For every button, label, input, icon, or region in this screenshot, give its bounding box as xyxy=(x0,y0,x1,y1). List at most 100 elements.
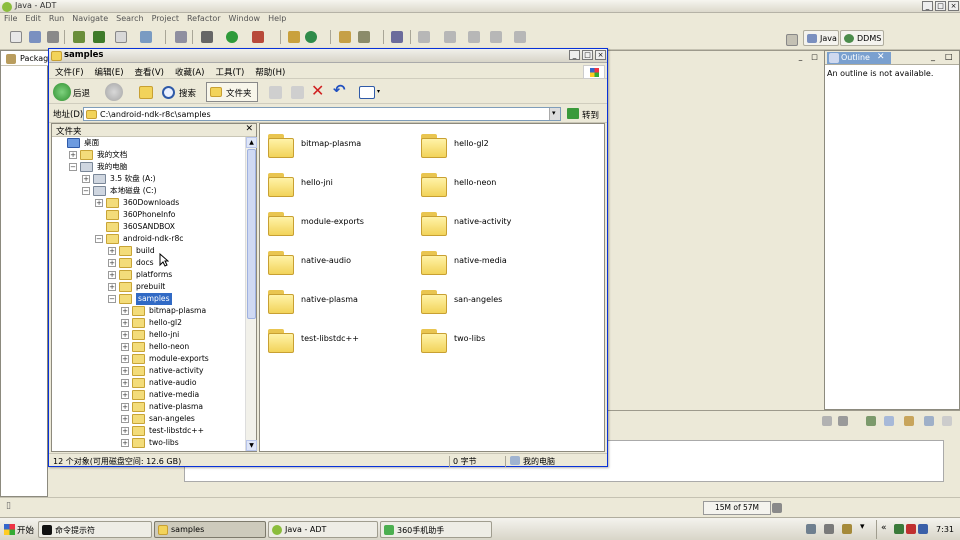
pen-icon[interactable] xyxy=(824,524,834,534)
scroll-up-icon[interactable]: ▲ xyxy=(246,137,257,148)
file-item[interactable]: native-media xyxy=(421,247,561,277)
start-button[interactable]: 开始 xyxy=(2,521,36,538)
tree-node[interactable]: + two-libs xyxy=(54,437,244,449)
views-icon[interactable] xyxy=(359,86,375,99)
tree-expand-icon[interactable]: + xyxy=(108,283,116,291)
editor-minimize-button[interactable]: _ xyxy=(795,53,806,63)
file-item[interactable]: two-libs xyxy=(421,325,561,355)
tree-expand-icon[interactable]: + xyxy=(121,379,129,387)
menu-navigate[interactable]: Navigate xyxy=(68,13,112,23)
annotation-prev-icon[interactable] xyxy=(444,31,456,43)
console-lock-icon[interactable] xyxy=(838,416,848,426)
garbage-collect-icon[interactable] xyxy=(772,503,782,513)
pin-icon[interactable] xyxy=(391,31,403,43)
explorer-menu-tools[interactable]: 工具(T) xyxy=(209,64,249,78)
forward-nav-icon[interactable] xyxy=(514,31,526,43)
checkbox-icon[interactable] xyxy=(140,31,152,43)
menu-project[interactable]: Project xyxy=(148,13,183,23)
sdk-manager-icon[interactable] xyxy=(73,31,85,43)
tree-node[interactable]: + native-plasma xyxy=(54,401,244,413)
tree-collapse-icon[interactable]: − xyxy=(82,187,90,195)
tree-expand-icon[interactable]: + xyxy=(108,259,116,267)
eclipse-close-button[interactable]: × xyxy=(948,1,959,11)
file-item[interactable]: bitmap-plasma xyxy=(268,130,408,160)
explorer-menu-favorites[interactable]: 收藏(A) xyxy=(169,64,209,78)
tree-node[interactable]: + platforms xyxy=(54,269,244,281)
tree-expand-icon[interactable]: + xyxy=(121,343,129,351)
perspective-ddms[interactable]: DDMS xyxy=(840,30,884,46)
menu-run[interactable]: Run xyxy=(45,13,68,23)
forward-arrow-icon[interactable] xyxy=(105,83,123,101)
console-pin-icon[interactable] xyxy=(866,416,876,426)
tree-expand-icon[interactable]: + xyxy=(121,391,129,399)
explorer-menu-file[interactable]: 文件(F) xyxy=(49,64,89,78)
menu-edit[interactable]: Edit xyxy=(21,13,45,23)
tree-node[interactable]: + docs xyxy=(54,257,244,269)
menu-refactor[interactable]: Refactor xyxy=(183,13,225,23)
console-open-icon[interactable] xyxy=(904,416,914,426)
go-button[interactable]: 转到 xyxy=(566,107,604,121)
back-nav-icon[interactable] xyxy=(490,31,502,43)
tree-node[interactable]: + hello-gl2 xyxy=(54,317,244,329)
console-maximize-icon[interactable] xyxy=(942,416,952,426)
menu-search[interactable]: Search xyxy=(112,13,147,23)
tree-expand-icon[interactable]: + xyxy=(121,403,129,411)
tree-node[interactable]: + module-exports xyxy=(54,353,244,365)
task-360-phone-assistant[interactable]: 360手机助手 xyxy=(380,521,492,538)
explorer-close-button[interactable]: × xyxy=(595,50,606,60)
outline-maximize-button[interactable]: □ xyxy=(945,52,953,61)
folders-button[interactable]: 文件夹 xyxy=(206,82,258,102)
open-type-icon[interactable] xyxy=(339,31,351,43)
tree-expand-icon[interactable]: + xyxy=(69,151,77,159)
tree-node[interactable]: + san-angeles xyxy=(54,413,244,425)
annotation-next-icon[interactable] xyxy=(418,31,430,43)
new-icon[interactable] xyxy=(10,31,22,43)
eclipse-maximize-button[interactable]: □ xyxy=(935,1,946,11)
explorer-minimize-button[interactable]: _ xyxy=(569,50,580,60)
debug-icon[interactable] xyxy=(201,31,213,43)
tree-expand-icon[interactable]: + xyxy=(108,247,116,255)
outline-minimize-button[interactable]: _ xyxy=(931,52,935,61)
editor-maximize-button[interactable]: □ xyxy=(809,53,820,63)
explorer-menu-view[interactable]: 查看(V) xyxy=(129,64,169,78)
tree-node[interactable]: + build xyxy=(54,245,244,257)
back-button-label[interactable]: 后退 xyxy=(73,87,90,99)
console-display-icon[interactable] xyxy=(884,416,894,426)
menu-window[interactable]: Window xyxy=(225,13,265,23)
keyboard-icon[interactable] xyxy=(806,524,816,534)
explorer-menu-help[interactable]: 帮助(H) xyxy=(249,64,290,78)
file-item[interactable]: native-audio xyxy=(268,247,408,277)
tree-node[interactable]: + 我的文档 xyxy=(54,149,244,161)
file-item[interactable]: hello-jni xyxy=(268,169,408,199)
tree-expand-icon[interactable]: + xyxy=(121,415,129,423)
task-command-prompt[interactable]: 命令提示符 xyxy=(38,521,152,538)
move-to-icon[interactable] xyxy=(269,86,282,99)
tree-node[interactable]: + native-media xyxy=(54,389,244,401)
file-item[interactable]: san-angeles xyxy=(421,286,561,316)
volume-icon[interactable] xyxy=(918,524,928,534)
tree-expand-icon[interactable]: + xyxy=(121,427,129,435)
up-folder-icon[interactable] xyxy=(139,86,153,99)
open-perspective-icon[interactable] xyxy=(786,34,798,46)
file-item[interactable]: test-libstdc++ xyxy=(268,325,408,355)
tree-node[interactable]: + hello-neon xyxy=(54,341,244,353)
outline-tab[interactable]: Outline ✕ xyxy=(827,52,891,64)
tray-collapse-icon[interactable]: ▾ xyxy=(860,522,865,532)
tree-node[interactable]: 360PhoneInfo xyxy=(54,209,244,221)
tree-node[interactable]: + bitmap-plasma xyxy=(54,305,244,317)
tree-node[interactable]: − 本地磁盘 (C:) xyxy=(54,185,244,197)
tree-node[interactable]: + native-audio xyxy=(54,377,244,389)
explorer-maximize-button[interactable]: □ xyxy=(582,50,593,60)
tree-collapse-icon[interactable]: − xyxy=(108,295,116,303)
tree-expand-icon[interactable]: + xyxy=(121,331,129,339)
tree-scrollbar[interactable]: ▲ ▼ xyxy=(245,137,257,451)
console-new-icon[interactable] xyxy=(924,416,934,426)
menu-help[interactable]: Help xyxy=(264,13,290,23)
menu-file[interactable]: File xyxy=(0,13,21,23)
copy-to-icon[interactable] xyxy=(291,86,304,99)
security-icon[interactable] xyxy=(906,524,916,534)
tree-node[interactable]: + prebuilt xyxy=(54,281,244,293)
network-icon[interactable] xyxy=(894,524,904,534)
avd-manager-icon[interactable] xyxy=(93,31,105,43)
save-icon[interactable] xyxy=(29,31,41,43)
